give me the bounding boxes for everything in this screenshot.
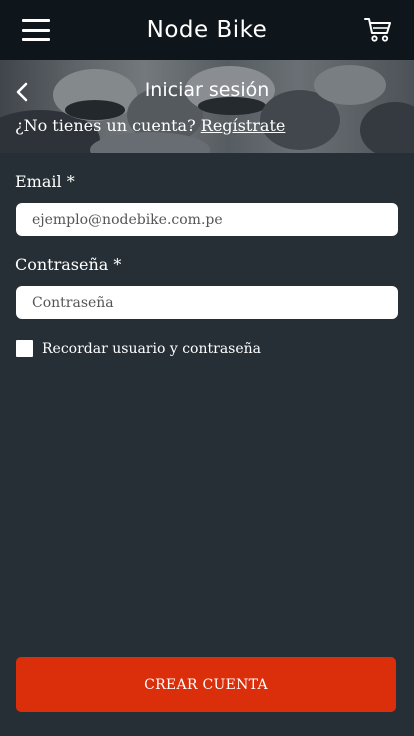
hamburger-menu-icon-bar	[22, 38, 50, 41]
remember-me-label: Recordar usuario y contraseña	[42, 340, 261, 357]
shopping-cart-icon	[364, 18, 391, 42]
email-label: Email *	[15, 172, 75, 191]
remember-me-checkbox[interactable]	[16, 340, 33, 357]
app-title: Node Bike	[146, 17, 268, 43]
password-label: Contraseña *	[15, 255, 122, 274]
hamburger-menu-icon	[22, 19, 50, 22]
login-banner: Iniciar sesión ¿No tienes un cuenta? Reg…	[0, 60, 414, 153]
signup-prompt: ¿No tienes un cuenta? Regístrate	[15, 116, 285, 135]
password-input[interactable]	[16, 286, 398, 319]
signup-link[interactable]: Regístrate	[201, 116, 286, 135]
create-account-button[interactable]: CREAR CUENTA	[16, 657, 396, 712]
hamburger-menu-icon-bar	[22, 28, 50, 32]
remember-me-option[interactable]: Recordar usuario y contraseña	[16, 340, 261, 357]
cart-button[interactable]	[364, 17, 392, 43]
page-title: Iniciar sesión	[0, 79, 414, 101]
page-title-text: Iniciar sesión	[144, 79, 270, 101]
email-input[interactable]	[16, 203, 398, 236]
app-header: Node Bike	[0, 0, 414, 60]
menu-button[interactable]	[22, 19, 50, 41]
signup-prompt-text: ¿No tienes un cuenta?	[15, 116, 196, 135]
banner-overlay	[0, 60, 414, 153]
